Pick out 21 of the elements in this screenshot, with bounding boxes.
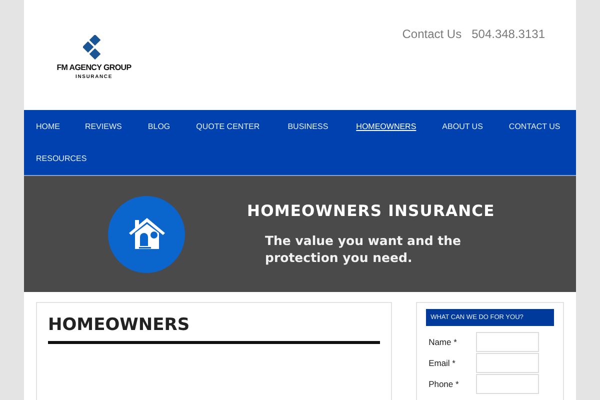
nav-link[interactable]: REVIEWS [85, 122, 122, 130]
page-heading: HOMEOWNERS [48, 315, 380, 344]
nav-link[interactable]: CONTACT US [508, 122, 560, 130]
nav-link[interactable]: BLOG [148, 122, 170, 130]
logo-name: FM AGENCY GROUP [56, 63, 132, 72]
nav-link[interactable]: HOME [36, 122, 60, 130]
banner-subtitle: The value you want and the protection you need. [265, 232, 462, 266]
banner-title: HOMEOWNERS INSURANCE [247, 202, 495, 220]
nav-link[interactable]: BUSINESS [288, 122, 328, 130]
field-label: Name * [428, 336, 457, 348]
nav-link[interactable]: ABOUT US [442, 122, 483, 130]
nav-link[interactable]: RESOURCES [36, 154, 87, 162]
input-field[interactable] [476, 353, 539, 373]
header-link[interactable]: Contact Us [402, 27, 462, 42]
field-label: Phone * [428, 378, 459, 390]
header-link[interactable]: 504.348.3131 [472, 27, 545, 42]
input-field[interactable] [476, 332, 539, 352]
field-label: Email * [428, 358, 456, 368]
nav-link[interactable]: QUOTE CENTER [196, 122, 260, 130]
nav-link[interactable]: HOMEOWNERS [356, 122, 416, 130]
input-field[interactable] [476, 374, 539, 394]
